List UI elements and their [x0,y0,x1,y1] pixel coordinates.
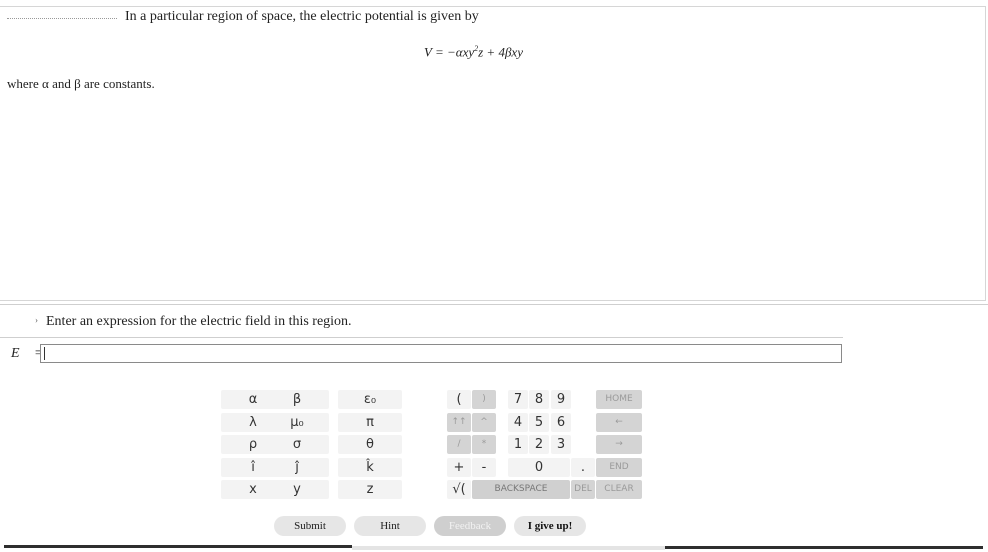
key-sqrt[interactable]: √( [447,480,471,499]
key-minus[interactable]: - [472,458,496,477]
key-end[interactable]: END [596,458,642,477]
key-epsilon0[interactable]: ε₀ [338,390,402,409]
hint-button[interactable]: Hint [354,516,426,536]
feedback-button[interactable]: Feedback [434,516,506,536]
potential-equation: V = −αxy2z + 4βxy [424,44,523,60]
key-sigma[interactable]: σ [265,435,329,454]
key-beta[interactable]: β [265,390,329,409]
problem-statement: In a particular region of space, the ele… [125,9,479,24]
key-caret[interactable]: ^ [472,413,496,432]
part-marker-icon: › [35,315,38,325]
key-9[interactable]: 9 [551,390,571,409]
key-del[interactable]: DEL [571,480,595,499]
section-divider [0,304,988,305]
key-8[interactable]: 8 [529,390,549,409]
key-3[interactable]: 3 [551,435,571,454]
key-7[interactable]: 7 [508,390,528,409]
key-home[interactable]: HOME [596,390,642,409]
key-right-arrow-icon[interactable]: → [596,435,642,454]
key-clear[interactable]: CLEAR [596,480,642,499]
symbol-keypad: α β ε₀ λ μ₀ π ρ σ θ î ĵ k̂ x y z ( ) 7 8… [221,390,645,502]
key-up-arrows[interactable]: ↑↑ [447,413,471,432]
bottom-divider-right [665,546,983,549]
answer-input[interactable] [40,344,842,363]
problem-number-decoration [7,18,117,21]
key-close-paren[interactable]: ) [472,390,496,409]
key-divide[interactable]: / [447,435,471,454]
key-open-paren[interactable]: ( [447,390,471,409]
key-0[interactable]: 0 [508,458,570,477]
electric-field-label: E⃗ = [11,346,44,361]
constants-note: where α and β are constants. [7,76,155,91]
key-decimal[interactable]: . [571,458,595,477]
give-up-button[interactable]: I give up! [514,516,586,536]
key-theta[interactable]: θ [338,435,402,454]
part-prompt: Enter an expression for the electric fie… [46,314,352,329]
key-left-arrow-icon[interactable]: ← [596,413,642,432]
key-z[interactable]: z [338,480,402,499]
equation-lhs: V = −αxy [424,44,475,60]
key-mu0[interactable]: μ₀ [265,413,329,432]
bottom-divider-left [4,545,352,548]
key-pi[interactable]: π [338,413,402,432]
key-plus[interactable]: + [447,458,471,477]
key-k-hat[interactable]: k̂ [338,458,402,477]
key-4[interactable]: 4 [508,413,528,432]
text-cursor [44,347,45,360]
key-1[interactable]: 1 [508,435,528,454]
key-6[interactable]: 6 [551,413,571,432]
submit-button[interactable]: Submit [274,516,346,536]
key-j-hat[interactable]: ĵ [265,458,329,477]
key-2[interactable]: 2 [529,435,549,454]
key-5[interactable]: 5 [529,413,549,432]
equation-rhs: z + 4βxy [478,44,523,60]
key-y[interactable]: y [265,480,329,499]
key-multiply[interactable]: * [472,435,496,454]
bottom-divider-middle [352,546,665,550]
key-backspace[interactable]: BACKSPACE [472,480,570,499]
